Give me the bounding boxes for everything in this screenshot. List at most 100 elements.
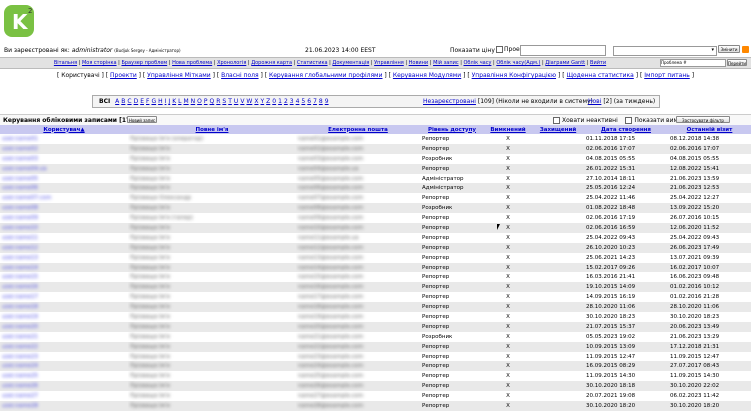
cell-username[interactable]: user.name26	[0, 381, 128, 392]
cell-fullname[interactable]: Прізвище Ім'я	[128, 272, 296, 283]
cell-fullname[interactable]: Прізвище Ім'я	[128, 143, 296, 154]
cell-fullname[interactable]: Прізвище Ім'я	[128, 183, 296, 194]
cell-username[interactable]: user.name14	[0, 262, 128, 273]
menu-item[interactable]: Діаграми Gantt	[545, 60, 585, 66]
column-header-access-level[interactable]: Рівень доступу	[420, 125, 484, 134]
cell-username[interactable]: user.name07.com	[0, 193, 128, 204]
filter-letter[interactable]: R	[216, 98, 220, 105]
cell-username[interactable]: user.name04.ua	[0, 163, 128, 174]
filter-letter[interactable]: L	[178, 98, 181, 105]
rss-icon[interactable]	[742, 46, 749, 53]
filter-letter[interactable]: I	[165, 98, 167, 105]
cell-username[interactable]: user.name13	[0, 252, 128, 263]
management-item[interactable]: Керування глобальними профілями	[269, 72, 383, 79]
filter-letter[interactable]: V	[240, 98, 244, 105]
cell-email[interactable]: name18@example.com	[296, 302, 420, 313]
app-logo[interactable]: K 2	[3, 3, 37, 39]
filter-letter[interactable]: X	[254, 98, 258, 105]
cell-email[interactable]: name05@example.com	[296, 173, 420, 184]
cell-fullname[interactable]: Прізвище Олександр	[128, 193, 296, 204]
filter-letter[interactable]: W	[246, 98, 252, 105]
menu-item[interactable]: Дорожня карта	[251, 60, 292, 66]
cell-fullname[interactable]: Прізвище Ім'я	[128, 341, 296, 352]
management-item[interactable]: Імпорт питань	[644, 72, 690, 79]
cell-username[interactable]: user.name09	[0, 213, 128, 224]
filter-letter[interactable]: U	[234, 98, 238, 105]
column-header-fullname[interactable]: Повне ім'я	[128, 125, 296, 134]
cell-username[interactable]: user.name24	[0, 361, 128, 372]
cell-email[interactable]: name01@example.com	[296, 134, 420, 144]
cell-fullname[interactable]: Прізвище Ім'я	[128, 203, 296, 214]
menu-item[interactable]: Управління	[374, 60, 404, 66]
cell-username[interactable]: user.name08	[0, 203, 128, 214]
unregistered-link[interactable]: Незареєстровані	[423, 98, 476, 105]
cell-username[interactable]: user.name25	[0, 371, 128, 382]
menu-item[interactable]: Облік часу	[463, 60, 491, 66]
filter-letter[interactable]: O	[197, 98, 202, 105]
cell-username[interactable]: user.name15	[0, 272, 128, 283]
menu-item[interactable]: Вийти	[590, 60, 606, 66]
cell-email[interactable]: name25@example.com	[296, 371, 420, 382]
column-header-email[interactable]: Електронна пошта	[296, 125, 420, 134]
filter-letter[interactable]: 7	[313, 98, 317, 105]
cell-email[interactable]: name24@example.com	[296, 361, 420, 372]
cell-email[interactable]: name07@example.com	[296, 193, 420, 204]
cell-fullname[interactable]: Прізвище Ім'я	[128, 173, 296, 184]
cell-username[interactable]: user.name21	[0, 331, 128, 342]
cell-username[interactable]: user.name01	[0, 134, 128, 144]
cell-fullname[interactable]: Прізвище Ім'я	[128, 331, 296, 342]
menu-item[interactable]: Статистика	[297, 60, 328, 66]
cell-fullname[interactable]: Прізвище Ім'я	[128, 371, 296, 382]
cell-email[interactable]: name26@example.com	[296, 381, 420, 392]
cell-username[interactable]: user.name10	[0, 223, 128, 233]
cell-username[interactable]: user.name05	[0, 173, 128, 184]
column-header-user[interactable]: Користувач▲	[0, 125, 128, 134]
filter-letter[interactable]: 4	[296, 98, 300, 105]
new-users-link[interactable]: Нові	[588, 98, 601, 105]
menu-item[interactable]: Вітальня	[54, 60, 77, 66]
cell-fullname[interactable]: Прізвище Ім'я	[128, 391, 296, 402]
cell-username[interactable]: user.name03	[0, 153, 128, 164]
cell-fullname[interactable]: Прізвище Ім'я	[128, 223, 296, 233]
cell-email[interactable]: name28@example.com	[296, 401, 420, 411]
cell-username[interactable]: user.name11	[0, 232, 128, 243]
menu-item[interactable]: Мій запис	[433, 60, 459, 66]
cell-email[interactable]: name23@example.com	[296, 351, 420, 362]
management-item[interactable]: Керування Модулями	[393, 72, 461, 79]
filter-letter[interactable]: F	[146, 98, 149, 105]
change-project-button[interactable]: Змінити	[718, 45, 740, 53]
cell-email[interactable]: name11@example.ua	[296, 232, 420, 243]
cell-username[interactable]: user.name02	[0, 143, 128, 154]
management-item[interactable]: Управління Мітками	[147, 72, 211, 79]
cell-fullname[interactable]: Прізвище Ім'я	[128, 252, 296, 263]
filter-letter[interactable]: 1	[278, 98, 282, 105]
cell-username[interactable]: user.name28	[0, 401, 128, 411]
cell-fullname[interactable]: Прізвище Ім'я	[128, 401, 296, 411]
cell-email[interactable]: name20@example.com	[296, 321, 420, 332]
cell-email[interactable]: name22@example.com	[296, 341, 420, 352]
cell-fullname[interactable]: Прізвище Ім'я (тапер)	[128, 213, 296, 224]
management-item[interactable]: Щоденна статистика	[566, 72, 633, 79]
cell-email[interactable]: name12@example.com	[296, 242, 420, 253]
filter-letter[interactable]: 0	[272, 98, 276, 105]
filter-letter[interactable]: K	[172, 98, 176, 105]
menu-item[interactable]: Нова проблема	[172, 60, 212, 66]
filter-letter[interactable]: Z	[266, 98, 270, 105]
cell-username[interactable]: user.name17	[0, 292, 128, 303]
filter-letter[interactable]: Y	[260, 98, 264, 105]
cell-fullname[interactable]: Прізвище Ім'я	[128, 292, 296, 303]
filter-letter[interactable]: D	[134, 98, 139, 105]
filter-letter[interactable]: 8	[319, 98, 323, 105]
cell-fullname[interactable]: Прізвище Ім'я	[128, 381, 296, 392]
column-header-protected[interactable]: Захищений	[532, 125, 584, 134]
cell-fullname[interactable]: Прізвище Ім'я	[128, 153, 296, 164]
cell-fullname[interactable]: Прізвище Ім'я	[128, 312, 296, 322]
filter-letter[interactable]: N	[191, 98, 196, 105]
menu-item[interactable]: Облік часу(Адм.)	[496, 60, 540, 66]
filter-all[interactable]: ВСІ	[99, 98, 110, 105]
cell-email[interactable]: name10@example.com	[296, 223, 420, 233]
show-price-checkbox[interactable]	[496, 46, 503, 53]
hide-inactive-checkbox[interactable]	[553, 117, 560, 124]
menu-item[interactable]: Новини	[409, 60, 429, 66]
filter-letter[interactable]: P	[204, 98, 208, 105]
